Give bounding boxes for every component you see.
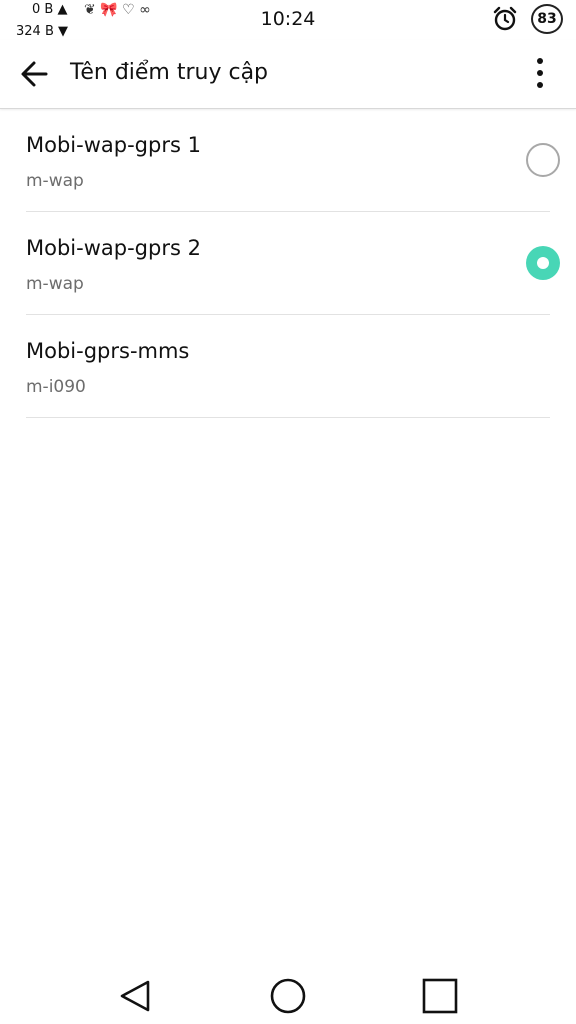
back-arrow-icon[interactable] (16, 54, 56, 94)
system-navigation-bar (0, 960, 576, 1024)
apn-value: m-wap (26, 274, 84, 294)
apn-radio-button-selected[interactable] (526, 246, 560, 280)
nav-recents-icon[interactable] (420, 976, 460, 1016)
apn-list-item[interactable]: Mobi-wap-gprs 1 m-wap (0, 109, 576, 212)
more-options-icon[interactable] (524, 54, 556, 94)
status-clock: 10:24 (260, 8, 316, 30)
nav-home-icon[interactable] (268, 976, 308, 1016)
status-bar: 0 B ▲ 324 B ▼ ❦ 🎀 ♡ ∞ 10:24 83 (0, 0, 576, 40)
alarm-clock-icon (493, 6, 517, 31)
apn-name: Mobi-wap-gprs 1 (26, 133, 201, 157)
apn-name: Mobi-wap-gprs 2 (26, 236, 201, 260)
app-bar: Tên điểm truy cập (0, 40, 576, 109)
apn-list-item[interactable]: Mobi-wap-gprs 2 m-wap (0, 212, 576, 315)
apn-list: Mobi-wap-gprs 1 m-wap Mobi-wap-gprs 2 m-… (0, 109, 576, 418)
page-title: Tên điểm truy cập (70, 60, 269, 85)
apn-name: Mobi-gprs-mms (26, 339, 190, 363)
divider (26, 417, 550, 418)
apn-value: m-i090 (26, 377, 86, 397)
nav-back-icon[interactable] (116, 976, 156, 1016)
battery-level-badge: 83 (531, 4, 563, 34)
apn-value: m-wap (26, 171, 84, 191)
apn-radio-button[interactable] (526, 143, 560, 177)
apn-list-item[interactable]: Mobi-gprs-mms m-i090 (0, 315, 576, 418)
